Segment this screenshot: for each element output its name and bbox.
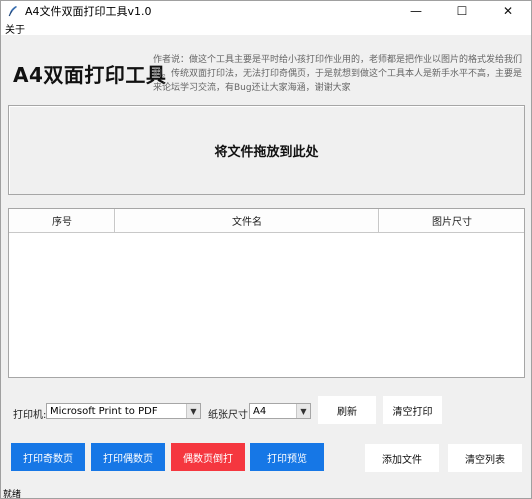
- add-file-button[interactable]: 添加文件: [364, 443, 440, 473]
- print-odd-pages-button[interactable]: 打印奇数页: [11, 443, 85, 471]
- minimize-icon: —: [410, 4, 422, 18]
- title-bar: A4文件双面打印工具v1.0 — ☐ ✕: [1, 1, 531, 21]
- refresh-button[interactable]: 刷新: [317, 395, 377, 425]
- even-pages-reverse-label: 偶数页倒打: [183, 453, 233, 465]
- window-title: A4文件双面打印工具v1.0: [25, 5, 152, 18]
- table-header: 序号 文件名 图片尺寸: [9, 209, 524, 233]
- file-table[interactable]: 序号 文件名 图片尺寸: [8, 208, 525, 378]
- add-file-label: 添加文件: [382, 454, 422, 466]
- column-header-index[interactable]: 序号: [9, 209, 115, 232]
- paper-size-select[interactable]: A4 ▼: [249, 403, 311, 419]
- status-text: 就绪: [3, 490, 22, 499]
- print-even-pages-button[interactable]: 打印偶数页: [91, 443, 165, 471]
- clear-list-label: 清空列表: [465, 454, 505, 466]
- clear-print-button[interactable]: 清空打印: [382, 395, 443, 425]
- close-button[interactable]: ✕: [485, 1, 531, 21]
- author-note: 作者说：做这个工具主要是平时给小孩打印作业用的，老师都是把作业以图片的格式发给我…: [153, 55, 523, 93]
- print-odd-pages-label: 打印奇数页: [23, 453, 73, 465]
- maximize-button[interactable]: ☐: [439, 1, 485, 21]
- even-pages-reverse-button[interactable]: 偶数页倒打: [171, 443, 245, 471]
- clear-list-button[interactable]: 清空列表: [447, 443, 523, 473]
- menu-item-about[interactable]: 关于: [1, 21, 29, 36]
- print-even-pages-label: 打印偶数页: [103, 453, 153, 465]
- maximize-icon: ☐: [456, 4, 468, 18]
- app-heading: A4双面打印工具: [13, 63, 167, 87]
- paper-size-label: 纸张尺寸:: [208, 410, 252, 421]
- paper-size-value: A4: [253, 405, 267, 417]
- print-preview-label: 打印预览: [267, 453, 307, 465]
- file-drop-zone[interactable]: 将文件拖放到此处: [8, 105, 525, 195]
- column-header-filename[interactable]: 文件名: [115, 209, 379, 232]
- printer-select-value: Microsoft Print to PDF: [50, 405, 158, 417]
- printer-select[interactable]: Microsoft Print to PDF ▼: [46, 403, 201, 419]
- window-controls: — ☐ ✕: [393, 1, 531, 21]
- chevron-down-icon[interactable]: ▼: [296, 404, 310, 418]
- printer-label: 打印机:: [13, 410, 47, 421]
- print-preview-button[interactable]: 打印预览: [250, 443, 324, 471]
- refresh-button-label: 刷新: [337, 406, 357, 418]
- close-icon: ✕: [502, 4, 514, 18]
- app-window: A4文件双面打印工具v1.0 — ☐ ✕ 关于 A4双面打印工具 作者说：做这个…: [0, 0, 532, 499]
- chevron-down-icon[interactable]: ▼: [186, 404, 200, 418]
- drop-zone-label: 将文件拖放到此处: [214, 144, 319, 160]
- menu-bar: 关于: [1, 21, 531, 36]
- column-header-image-size[interactable]: 图片尺寸: [379, 209, 524, 232]
- feather-icon: [7, 5, 19, 17]
- minimize-button[interactable]: —: [393, 1, 439, 21]
- clear-print-button-label: 清空打印: [392, 406, 433, 418]
